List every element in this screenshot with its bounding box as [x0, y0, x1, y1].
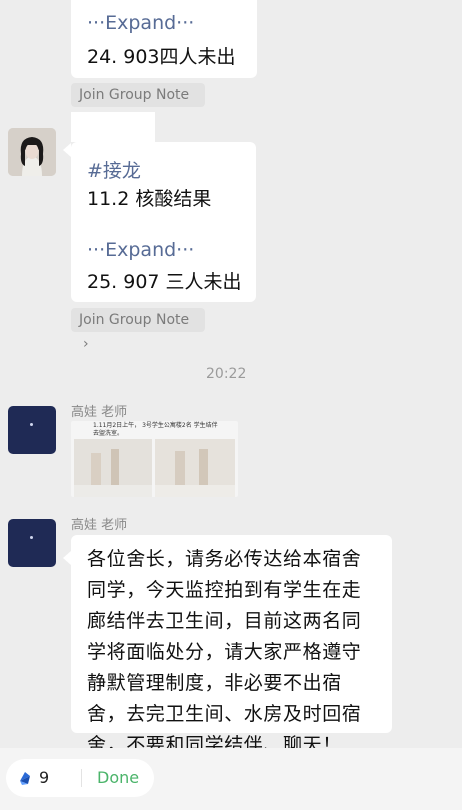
avatar[interactable]	[8, 128, 56, 176]
avatar-dot	[30, 536, 33, 539]
join-group-note-chip[interactable]: Join Group Note ›	[71, 308, 205, 352]
message-line: 静默管理制度，非必要不出宿	[87, 672, 342, 694]
bubble-tail	[63, 551, 71, 565]
join-group-note-chip[interactable]: Join Group Note ›	[71, 83, 205, 127]
counter-pill[interactable]: 9 Done	[6, 759, 154, 797]
sender-name: 高娃 老师	[71, 405, 128, 420]
hashtag-link[interactable]: #接龙	[87, 156, 141, 183]
message-line: 廊结伴去卫生间，目前这两名同	[87, 610, 362, 632]
message-bubble-4[interactable]: 各位舍长，请务必传达给本宿舍 同学，今天监控拍到有学生在走 廊结伴去卫生间，目前…	[71, 535, 392, 756]
message-bubble-1[interactable]: ···Expand··· 24. 903四人未出	[71, 0, 257, 78]
avatar-image	[8, 128, 56, 176]
done-button[interactable]: Done	[97, 768, 139, 787]
message-line: 各位舍长，请务必传达给本宿舍	[87, 548, 362, 570]
avatar[interactable]	[8, 519, 56, 567]
message-line: 学将面临处分，请大家严格遵守	[87, 641, 362, 663]
message-line: 同学，今天监控拍到有学生在走	[87, 579, 362, 601]
bubble-tail	[63, 143, 71, 157]
photo-thumbnail	[74, 439, 235, 497]
divider	[81, 769, 82, 787]
message-text: 24. 903四人未出	[87, 46, 236, 68]
expand-link[interactable]: ···Expand···	[87, 239, 194, 261]
expand-link[interactable]: ···Expand···	[87, 12, 194, 34]
blue-logo-icon	[20, 772, 30, 785]
avatar[interactable]	[8, 406, 56, 454]
image-message[interactable]: 1.11月2日上午， 3号学生公寓楼2名 学生结伴去盥洗室。	[71, 421, 238, 497]
message-bubble-2[interactable]: #接龙 11.2 核酸结果 ···Expand··· 25. 907 三人未出	[71, 142, 256, 302]
message-line: 舍，去完卫生间、水房及时回宿	[87, 703, 362, 725]
count-value: 9	[39, 768, 50, 787]
timestamp: 20:22	[206, 366, 247, 382]
image-caption: 1.11月2日上午， 3号学生公寓楼2名 学生结伴去盥洗室。	[93, 422, 218, 437]
sender-name: 高娃 老师	[71, 518, 128, 533]
chip-label: Join Group Note	[79, 312, 190, 328]
message-text: 25. 907 三人未出	[87, 271, 242, 293]
avatar-dot	[30, 423, 33, 426]
message-text: 11.2 核酸结果	[87, 188, 212, 210]
white-strip	[71, 112, 155, 142]
chip-label: Join Group Note	[79, 87, 190, 103]
chevron-right-icon: ›	[83, 336, 89, 352]
